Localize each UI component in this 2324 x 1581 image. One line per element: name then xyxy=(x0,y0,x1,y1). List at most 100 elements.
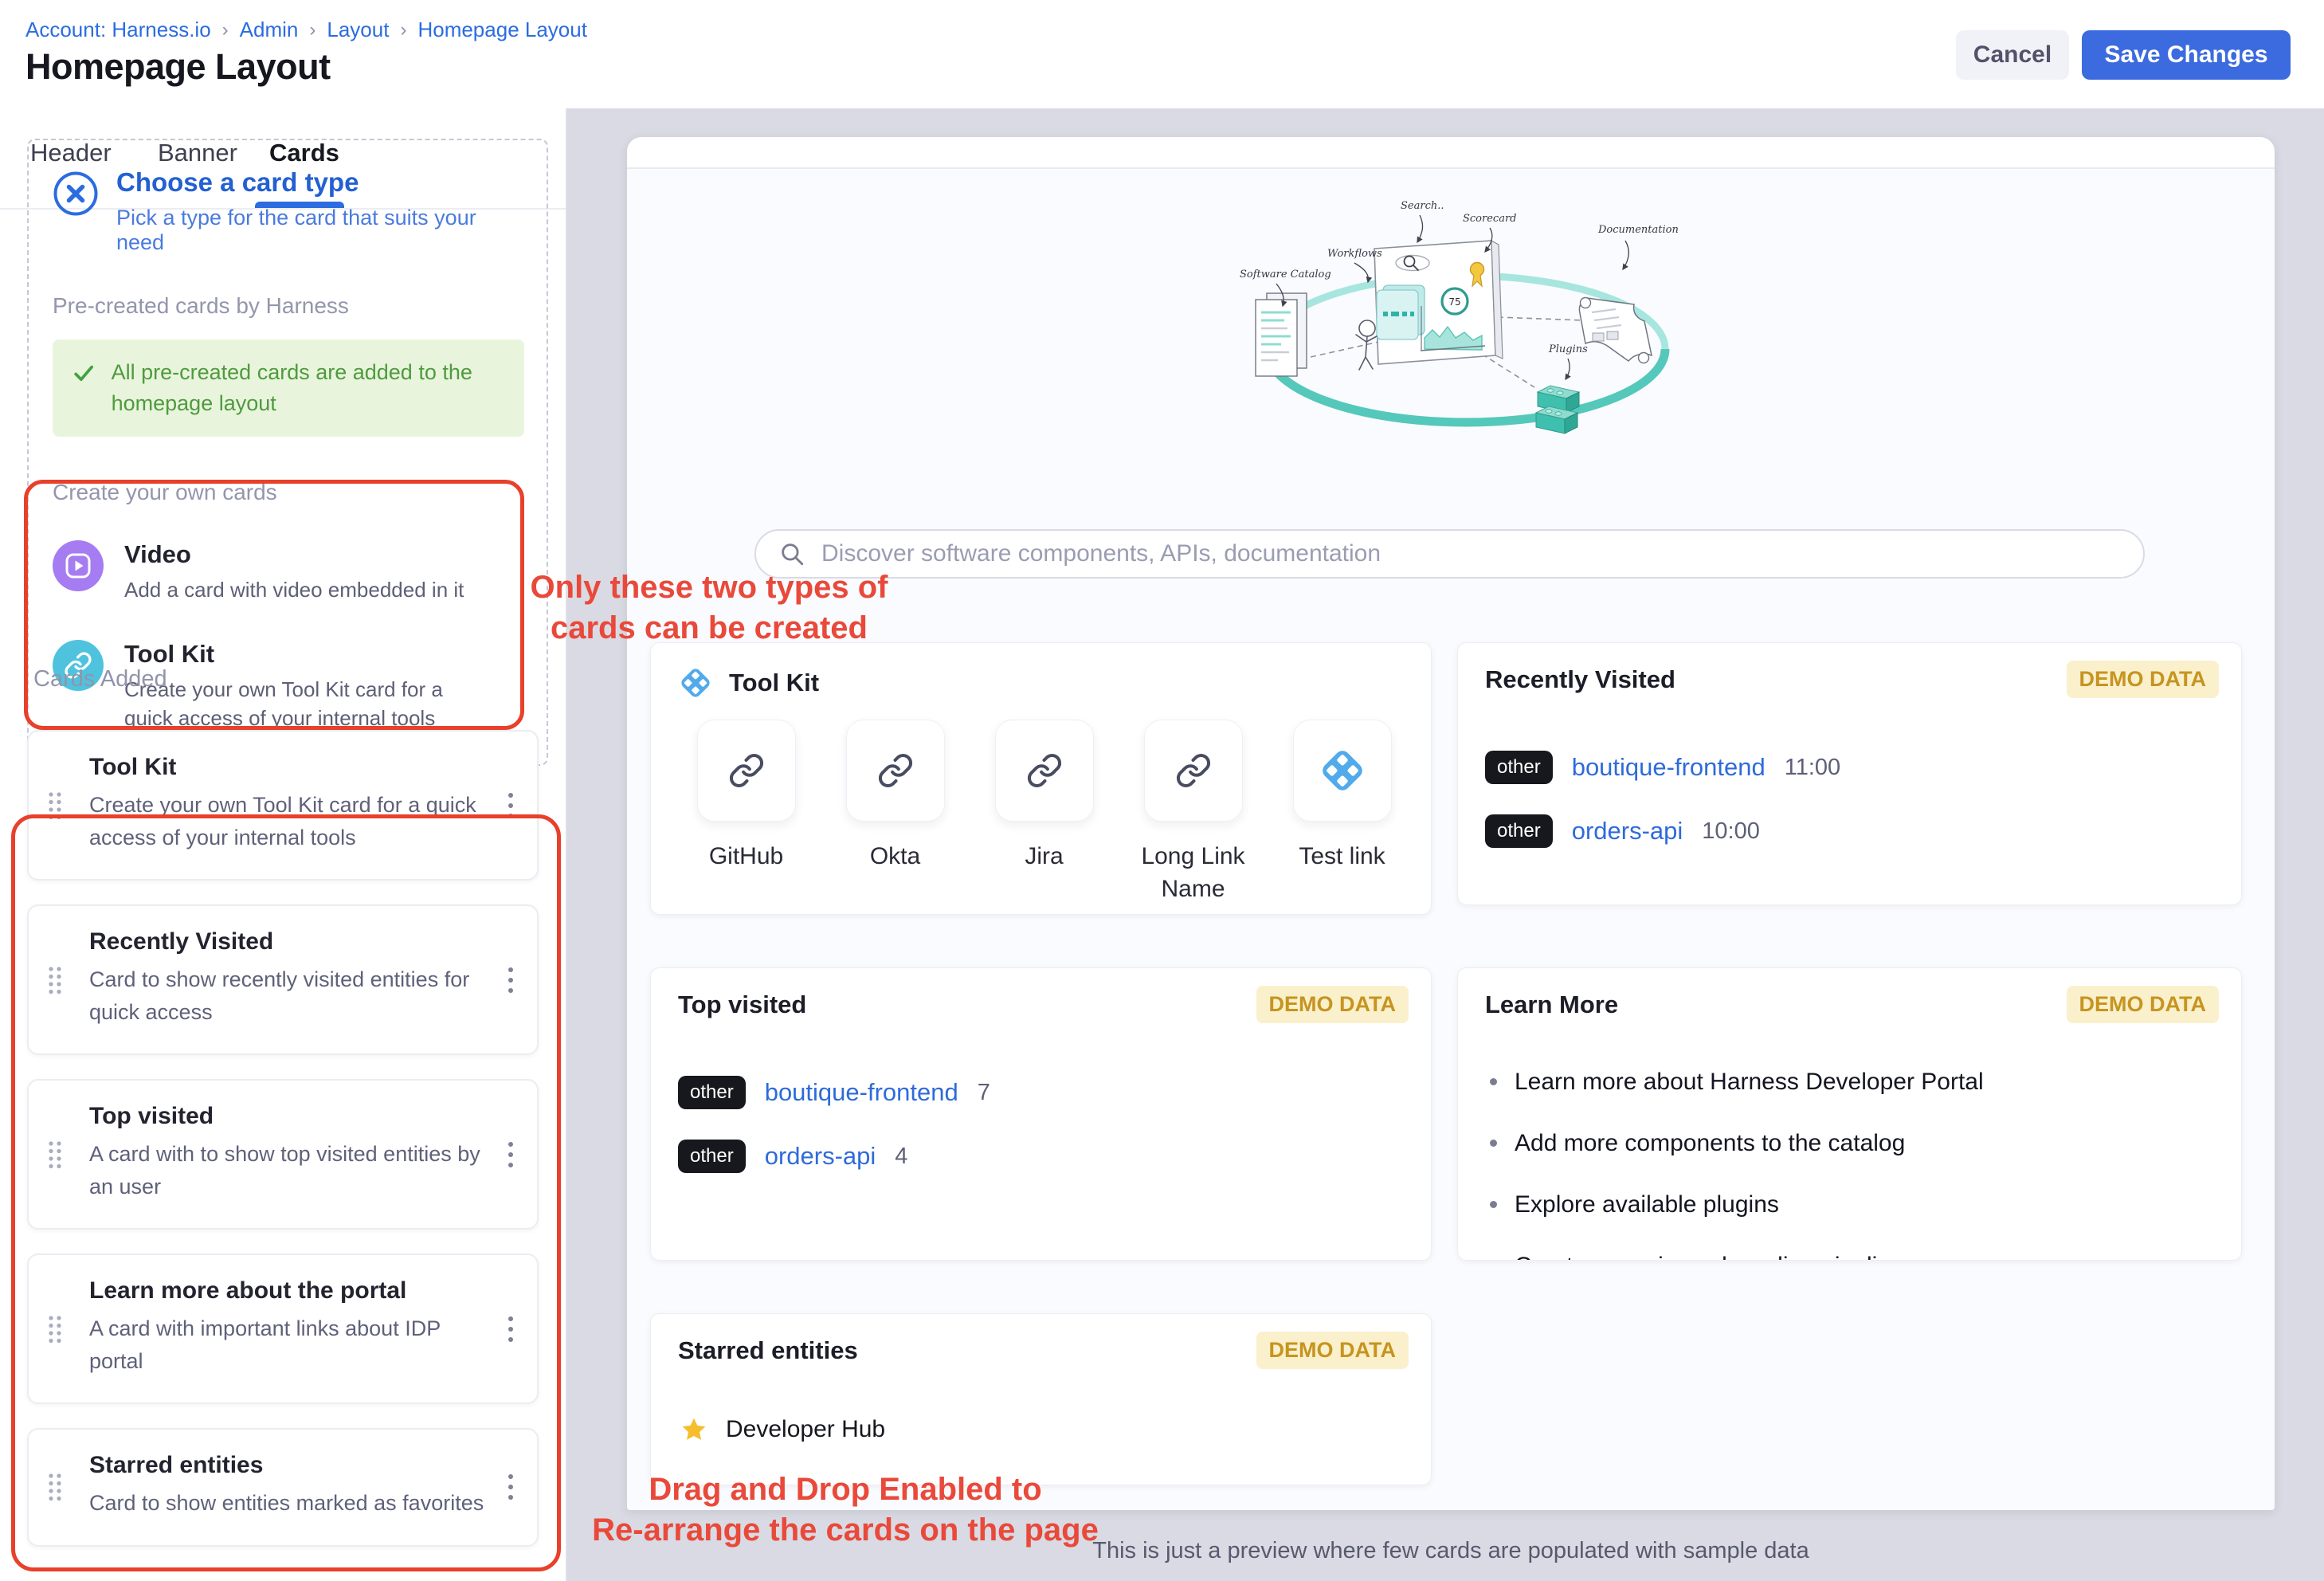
demo-data-badge: DEMO DATA xyxy=(2067,986,2219,1023)
demo-data-badge: DEMO DATA xyxy=(1256,1332,1409,1369)
toolkit-link-test-link[interactable]: Test link xyxy=(1268,720,1417,905)
added-card-recently-visited[interactable]: Recently Visited Card to show recently v… xyxy=(27,904,539,1055)
demo-data-badge: DEMO DATA xyxy=(1256,986,1409,1023)
scorecard-value: 75 xyxy=(1448,296,1460,308)
entity-link[interactable]: orders-api xyxy=(1572,817,1683,845)
video-icon xyxy=(53,540,104,591)
more-options-icon[interactable] xyxy=(504,963,518,998)
learn-more-title: Learn More xyxy=(1485,991,1618,1019)
entity-link[interactable]: boutique-frontend xyxy=(765,1078,958,1107)
link-icon xyxy=(1026,752,1063,789)
drag-handle-icon[interactable] xyxy=(46,790,64,822)
preview-footer-note: This is just a preview where few cards a… xyxy=(627,1538,2275,1564)
preview-card-learn-more: Learn More DEMO DATA Learn more about Ha… xyxy=(1457,967,2242,1261)
added-card-learn-more[interactable]: Learn more about the portal A card with … xyxy=(27,1253,539,1404)
precreated-cards-label: Pre-created cards by Harness xyxy=(53,293,524,319)
breadcrumb-account[interactable]: Account: Harness.io xyxy=(25,18,211,42)
added-card-starred[interactable]: Starred entities Card to show entities m… xyxy=(27,1428,539,1547)
preview-card-recently-visited: Recently Visited DEMO DATA other boutiqu… xyxy=(1457,642,2242,905)
added-card-title: Learn more about the portal xyxy=(89,1277,484,1304)
toolkit-link-label: Test link xyxy=(1299,841,1385,873)
learn-more-item: Learn more about Harness Developer Porta… xyxy=(1490,1051,1984,1112)
more-options-icon[interactable] xyxy=(504,1469,518,1504)
toolkit-link-label: Jira xyxy=(1025,841,1063,873)
more-options-icon[interactable] xyxy=(504,1312,518,1347)
close-circle-icon[interactable] xyxy=(53,171,99,217)
search-icon xyxy=(778,540,805,567)
star-icon xyxy=(680,1415,708,1444)
toolkit-links: GitHub Okta Jira Long Link Name xyxy=(672,720,1417,905)
developer-portal-illustration: 75 xyxy=(1211,180,1721,443)
more-options-icon[interactable] xyxy=(504,1137,518,1172)
breadcrumb-admin[interactable]: Admin xyxy=(240,18,299,42)
learn-more-item: Create a service onboarding pipeline xyxy=(1490,1235,1984,1261)
bullet-icon xyxy=(1490,1078,1497,1085)
added-card-top-visited[interactable]: Top visited A card with to show top visi… xyxy=(27,1079,539,1230)
precreated-success-banner: All pre-created cards are added to the h… xyxy=(53,339,524,437)
search-input[interactable] xyxy=(820,539,2121,568)
entity-time: 10:00 xyxy=(1702,818,1760,845)
toolkit-link-jira[interactable]: Jira xyxy=(970,720,1119,905)
cancel-button[interactable]: Cancel xyxy=(1956,30,2069,80)
entity-count: 4 xyxy=(895,1144,907,1170)
success-message: All pre-created cards are added to the h… xyxy=(112,357,505,419)
chooser-title: Choose a card type xyxy=(116,167,524,198)
entity-count: 7 xyxy=(978,1080,990,1106)
breadcrumb-layout[interactable]: Layout xyxy=(327,18,389,42)
top-visited-title: Top visited xyxy=(678,991,806,1019)
entity-kind-tag: other xyxy=(678,1076,746,1109)
learn-more-text: Create a service onboarding pipeline xyxy=(1515,1253,1904,1261)
toolkit-link-long-link-name[interactable]: Long Link Name xyxy=(1119,720,1268,905)
illustration-label-workflows: Workflows xyxy=(1327,248,1382,260)
save-changes-button[interactable]: Save Changes xyxy=(2082,30,2291,80)
chooser-subtitle: Pick a type for the card that suits your… xyxy=(116,206,524,255)
breadcrumb-homepage-layout[interactable]: Homepage Layout xyxy=(417,18,586,42)
cards-added-label: Cards Added xyxy=(33,666,167,692)
breadcrumb-separator: › xyxy=(400,19,406,41)
entity-time: 11:00 xyxy=(1785,755,1840,781)
drag-handle-icon[interactable] xyxy=(46,1313,64,1345)
breadcrumb: Account: Harness.io › Admin › Layout › H… xyxy=(25,18,587,42)
entity-kind-tag: other xyxy=(1485,814,1553,848)
illustration-label-search: Search.. xyxy=(1401,200,1444,212)
entity-kind-tag: other xyxy=(1485,751,1553,784)
preview-card-top-visited: Top visited DEMO DATA other boutique-fro… xyxy=(650,967,1432,1261)
toolkit-link-github[interactable]: GitHub xyxy=(672,720,821,905)
illustration-label-plugins: Plugins xyxy=(1548,343,1588,355)
check-icon xyxy=(72,357,96,389)
breadcrumb-separator: › xyxy=(222,19,229,41)
top-visited-row: other orders-api 4 xyxy=(678,1124,990,1188)
recently-visited-row: other boutique-frontend 11:00 xyxy=(1485,736,1840,799)
starred-entity-name: Developer Hub xyxy=(726,1416,885,1443)
learn-more-item: Add more components to the catalog xyxy=(1490,1112,1984,1174)
added-card-description: Card to show recently visited entities f… xyxy=(89,963,484,1028)
entity-link[interactable]: boutique-frontend xyxy=(1572,753,1766,782)
toolkit-link-okta[interactable]: Okta xyxy=(821,720,970,905)
added-card-title: Top visited xyxy=(89,1103,484,1130)
more-options-icon[interactable] xyxy=(504,788,518,823)
bullet-icon xyxy=(1490,1140,1497,1147)
drag-handle-icon[interactable] xyxy=(46,1139,64,1171)
link-icon xyxy=(877,752,914,789)
demo-data-badge: DEMO DATA xyxy=(2067,661,2219,698)
added-card-toolkit[interactable]: Tool Kit Create your own Tool Kit card f… xyxy=(27,730,539,881)
learn-more-text: Learn more about Harness Developer Porta… xyxy=(1515,1069,1984,1096)
toolkit-option-description: Create your own Tool Kit card for a quic… xyxy=(124,675,483,733)
illustration-label-scorecard: Scorecard xyxy=(1463,213,1517,225)
entity-kind-tag: other xyxy=(678,1140,746,1173)
entity-link[interactable]: orders-api xyxy=(765,1142,876,1171)
page-header: Account: Harness.io › Admin › Layout › H… xyxy=(0,0,2324,108)
drag-handle-icon[interactable] xyxy=(46,964,64,996)
homepage-preview-panel: 75 xyxy=(627,137,2275,1510)
toolkit-link-label: GitHub xyxy=(709,841,783,873)
page-title: Homepage Layout xyxy=(25,46,331,88)
toolkit-card-title: Tool Kit xyxy=(729,669,819,697)
drag-handle-icon[interactable] xyxy=(46,1471,64,1503)
card-type-option-video[interactable]: Video Add a card with video embedded in … xyxy=(53,540,524,604)
link-icon xyxy=(1175,752,1212,789)
learn-more-text: Add more components to the catalog xyxy=(1515,1130,1905,1157)
recently-visited-title: Recently Visited xyxy=(1485,665,1675,694)
recently-visited-row: other orders-api 10:00 xyxy=(1485,799,1840,863)
preview-card-starred-entities: Starred entities DEMO DATA Developer Hub… xyxy=(650,1313,1432,1485)
top-visited-row: other boutique-frontend 7 xyxy=(678,1061,990,1124)
